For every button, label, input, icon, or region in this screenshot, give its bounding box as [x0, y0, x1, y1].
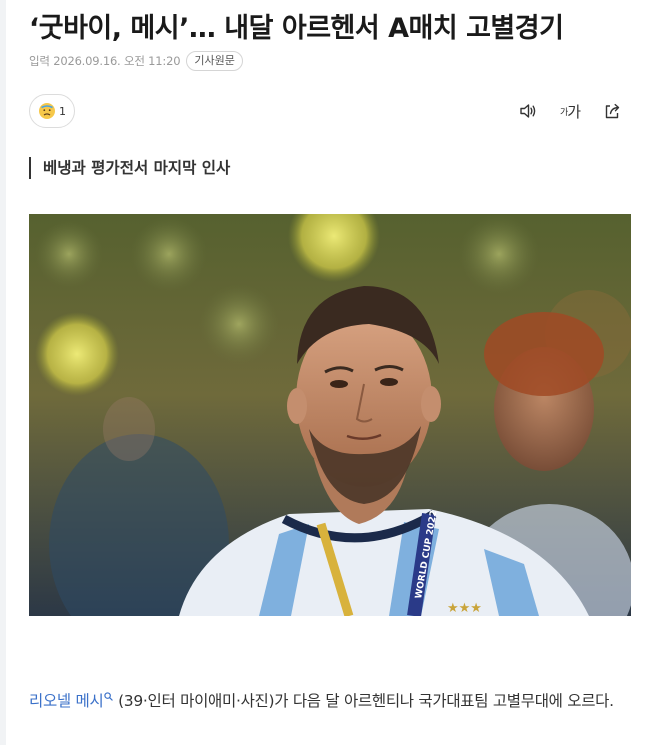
reaction-button[interactable]: 1 — [29, 94, 75, 128]
article-body: 리오넬 메시 (39·인터 마이애미·사진)가 다음 달 아르헨티나 국가대표팀… — [29, 688, 635, 715]
speaker-icon — [520, 104, 536, 118]
left-rail — [0, 0, 6, 745]
body-text-rest: (39·인터 마이애미·사진)가 다음 달 아르헨티나 국가대표팀 고별무대에 … — [113, 692, 614, 710]
article-headline: ‘굿바이, 메시’… 내달 아르헨서 A매치 고별경기 — [29, 13, 564, 44]
person-link[interactable]: 리오넬 메시 — [29, 692, 114, 710]
article-photo[interactable]: WORLD CUP 2022 ★★★ — [29, 214, 631, 616]
font-large-label: 가 — [567, 102, 581, 121]
share-button[interactable] — [601, 100, 623, 122]
article-subtitle: 베냉과 평가전서 마지막 인사 — [29, 157, 230, 179]
audio-button[interactable] — [517, 100, 539, 122]
person-link-label: 리오넬 메시 — [29, 692, 104, 710]
font-small-label: 가 — [559, 107, 568, 118]
article-meta: 입력 2026.09.16. 오전 11:20 기사원문 — [29, 50, 243, 72]
photo-messi: WORLD CUP 2022 ★★★ — [29, 214, 631, 616]
reaction-count: 1 — [59, 104, 66, 118]
share-icon — [605, 103, 620, 119]
original-article-button[interactable]: 기사원문 — [186, 51, 243, 71]
article-tools: 가가 — [517, 100, 623, 122]
svg-text:★★★: ★★★ — [447, 601, 482, 616]
published-date: 입력 2026.09.16. 오전 11:20 — [29, 54, 181, 68]
sad-face-icon — [39, 103, 55, 119]
font-size-button[interactable]: 가가 — [559, 100, 581, 122]
